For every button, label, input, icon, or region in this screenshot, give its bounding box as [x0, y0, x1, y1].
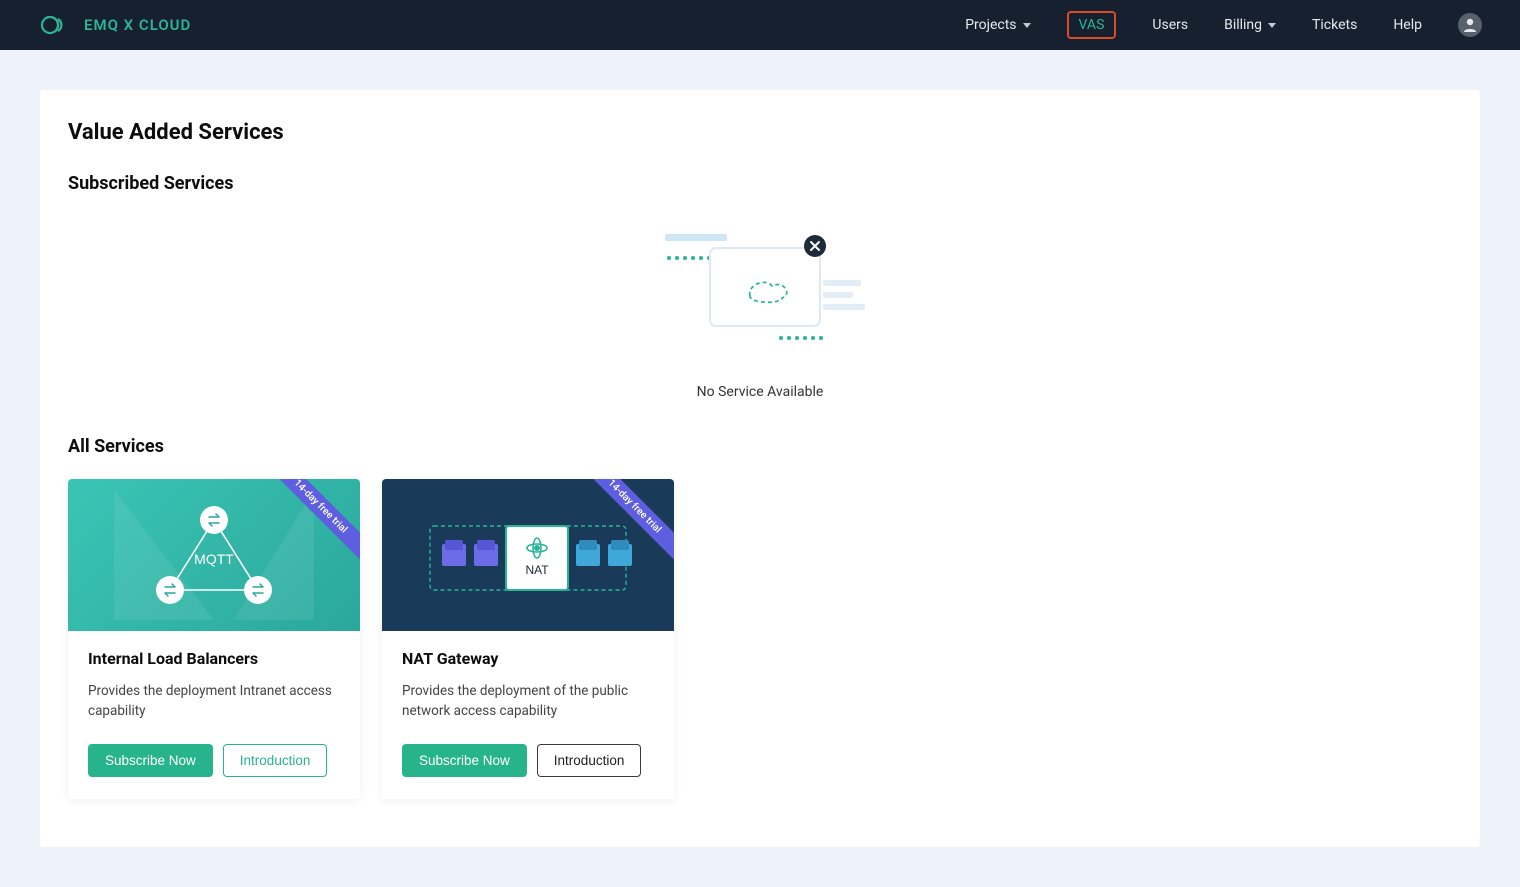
introduction-button[interactable]: Introduction: [223, 744, 328, 777]
empty-state-text: No Service Available: [697, 384, 824, 400]
card-actions-lb: Subscribe Now Introduction: [88, 744, 340, 777]
service-cards: MQTT 14-day free trial Internal Load Bal…: [68, 479, 1452, 799]
nav-users-label: Users: [1152, 17, 1188, 33]
nav-vas-label: VAS: [1079, 17, 1105, 33]
avatar[interactable]: [1458, 13, 1482, 37]
subscribe-button[interactable]: Subscribe Now: [88, 744, 213, 777]
nav-help[interactable]: Help: [1393, 17, 1422, 33]
topbar: EMQ X CLOUD Projects VAS Users Billing T…: [0, 0, 1520, 50]
introduction-button[interactable]: Introduction: [537, 744, 642, 777]
card-body-nat: NAT Gateway Provides the deployment of t…: [382, 631, 674, 799]
nav-billing-label: Billing: [1224, 17, 1262, 33]
all-services-section: All Services: [68, 436, 1452, 799]
nav-projects-label: Projects: [965, 17, 1016, 33]
nav-billing[interactable]: Billing: [1224, 17, 1276, 33]
chevron-down-icon: [1023, 23, 1031, 28]
nav-projects[interactable]: Projects: [965, 17, 1030, 33]
card-actions-nat: Subscribe Now Introduction: [402, 744, 654, 777]
main-nav: Projects VAS Users Billing Tickets Help: [965, 11, 1482, 39]
service-card-nat: NAT 14-day free trial: [382, 479, 674, 799]
logo-icon: [38, 14, 74, 36]
empty-state: No Service Available: [68, 216, 1452, 428]
chevron-down-icon: [1268, 23, 1276, 28]
card-desc-lb: Provides the deployment Intranet access …: [88, 682, 340, 722]
service-card-lb: MQTT 14-day free trial Internal Load Bal…: [68, 479, 360, 799]
brand-name: EMQ X CLOUD: [84, 16, 191, 34]
page-content: Value Added Services Subscribed Services: [0, 50, 1520, 887]
user-icon: [1461, 16, 1479, 34]
subscribe-button[interactable]: Subscribe Now: [402, 744, 527, 777]
nav-tickets[interactable]: Tickets: [1312, 17, 1357, 33]
card-title-nat: NAT Gateway: [402, 649, 654, 668]
nav-vas[interactable]: VAS: [1067, 11, 1117, 39]
cover-label-lb: MQTT: [194, 551, 234, 567]
nav-tickets-label: Tickets: [1312, 17, 1357, 33]
subscribed-section-title: Subscribed Services: [68, 173, 1452, 194]
nav-help-label: Help: [1393, 17, 1422, 33]
card-body-lb: Internal Load Balancers Provides the dep…: [68, 631, 360, 799]
cover-label-nat: NAT: [525, 563, 549, 577]
nav-users[interactable]: Users: [1152, 17, 1188, 33]
panel: Value Added Services Subscribed Services: [40, 90, 1480, 847]
card-desc-nat: Provides the deployment of the public ne…: [402, 682, 654, 722]
card-title-lb: Internal Load Balancers: [88, 649, 340, 668]
brand-logo[interactable]: EMQ X CLOUD: [38, 14, 191, 36]
card-cover-lb: MQTT 14-day free trial: [68, 479, 360, 631]
card-cover-nat: NAT 14-day free trial: [382, 479, 674, 631]
empty-illustration: [655, 226, 865, 356]
page-title: Value Added Services: [68, 120, 1452, 145]
all-section-title: All Services: [68, 436, 1452, 457]
